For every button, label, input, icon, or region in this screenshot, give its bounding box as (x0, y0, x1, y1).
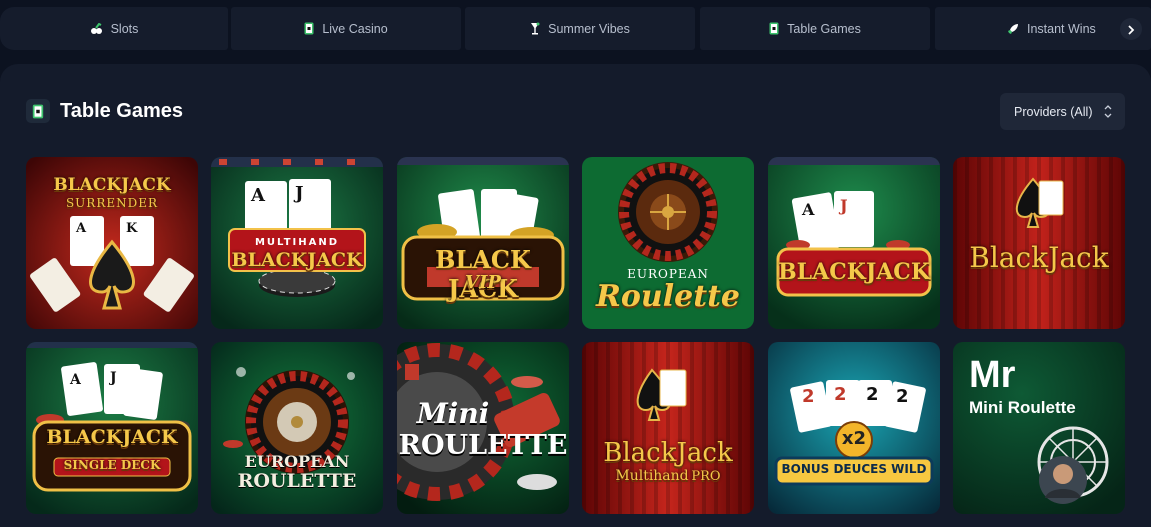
table-games-icon (769, 22, 779, 35)
game-subtitle: Mini (416, 397, 490, 430)
game-subtitle: MULTIHAND (254, 237, 340, 248)
tab-summer-vibes[interactable]: Summer Vibes (465, 7, 695, 50)
game-card-blackjack-single-deck[interactable]: A J BLACKJACK SINGLE DECK (26, 342, 198, 514)
sort-chevrons-icon (1104, 105, 1112, 118)
svg-text:2: 2 (834, 384, 847, 405)
game-title: ROULETTE (237, 470, 357, 492)
svg-text:J: J (838, 196, 848, 215)
game-card-blackjack-multihand-pro[interactable]: BlackJack Multihand PRO (582, 342, 754, 514)
providers-label: Providers (All) (1014, 104, 1093, 119)
tab-instant-wins[interactable]: Instant Wins (935, 7, 1151, 50)
tab-label: Summer Vibes (548, 21, 630, 36)
svg-text:J: J (293, 183, 304, 204)
game-title: BLACKJACK (46, 426, 178, 448)
game-title: Roulette (595, 279, 741, 314)
tab-live-casino[interactable]: Live Casino (231, 7, 461, 50)
live-casino-icon (304, 22, 314, 35)
scroll-right-button[interactable] (1120, 18, 1142, 40)
game-subtitle: SURRENDER (65, 196, 159, 210)
game-thumbnail (582, 342, 754, 514)
game-thumbnail (397, 157, 569, 329)
game-card-blackjack-classic[interactable]: A J BLACKJACK (768, 157, 940, 329)
game-thumbnail: A J (768, 157, 940, 329)
game-subtitle: VIP (465, 272, 501, 293)
game-card-multihand-blackjack[interactable]: A J MULTIHAND BLACKJACK (211, 157, 383, 329)
tab-slots[interactable]: Slots (0, 7, 228, 50)
tab-label: Slots (110, 21, 139, 36)
game-card-european-roulette-classic[interactable]: EUROPEAN ROULETTE (211, 342, 383, 514)
game-subtitle: SINGLE DECK (63, 458, 161, 472)
category-bar: Slots Live Casino Summer Vibes Table Gam… (0, 0, 1151, 56)
game-card-mr-mini-roulette[interactable]: Mr Mini Roulette (953, 342, 1125, 514)
table-games-icon (26, 99, 50, 123)
game-title: BlackJack (603, 438, 733, 468)
game-title: BlackJack (969, 241, 1109, 274)
svg-text:A: A (250, 185, 266, 206)
section-title: Table Games (60, 99, 184, 122)
svg-text:2: 2 (802, 386, 815, 407)
svg-text:A: A (801, 200, 815, 219)
game-title: ROULETTE (398, 430, 568, 461)
svg-text:A: A (69, 372, 82, 388)
chevron-right-icon (1127, 20, 1135, 39)
tab-table-games[interactable]: Table Games (700, 7, 930, 50)
game-card-blackjack-red[interactable]: BlackJack (953, 157, 1125, 329)
game-brand: Mr (969, 354, 1016, 396)
section-header: Table Games (26, 96, 183, 126)
svg-text:2: 2 (896, 386, 909, 407)
game-card-bonus-deuces-wild[interactable]: 2 2 2 2 x2 BONUS DEUCES WILD (768, 342, 940, 514)
svg-text:J: J (108, 370, 117, 386)
game-card-blackjack-vip[interactable]: BLACK JACK VIP (397, 157, 569, 329)
svg-text:A: A (75, 221, 87, 236)
summer-vibes-icon (530, 22, 540, 35)
game-card-european-roulette[interactable]: EUROPEAN Roulette (582, 157, 754, 329)
slots-icon (90, 22, 103, 35)
rocket-icon (1007, 23, 1019, 35)
game-title: BLACKJACK (53, 175, 171, 195)
game-badge: x2 (841, 428, 867, 449)
svg-text:2: 2 (866, 384, 879, 405)
game-title: BLACKJACK (778, 259, 930, 285)
game-badge: PRO (691, 469, 721, 484)
game-title: Mini Roulette (969, 398, 1076, 417)
game-subtitle: EUROPEAN (244, 452, 350, 471)
tab-label: Live Casino (322, 21, 388, 36)
tab-label: Table Games (787, 21, 861, 36)
providers-select[interactable]: Providers (All) (1000, 93, 1125, 130)
game-title: BLACKJACK (231, 249, 363, 271)
game-title: BONUS DEUCES WILD (781, 462, 927, 476)
game-card-mini-roulette[interactable]: Mini ROULETTE (397, 342, 569, 514)
tab-label: Instant Wins (1027, 21, 1096, 36)
svg-text:K: K (126, 221, 138, 236)
game-card-blackjack-surrender[interactable]: A K BLACKJACK SURRENDER (26, 157, 198, 329)
